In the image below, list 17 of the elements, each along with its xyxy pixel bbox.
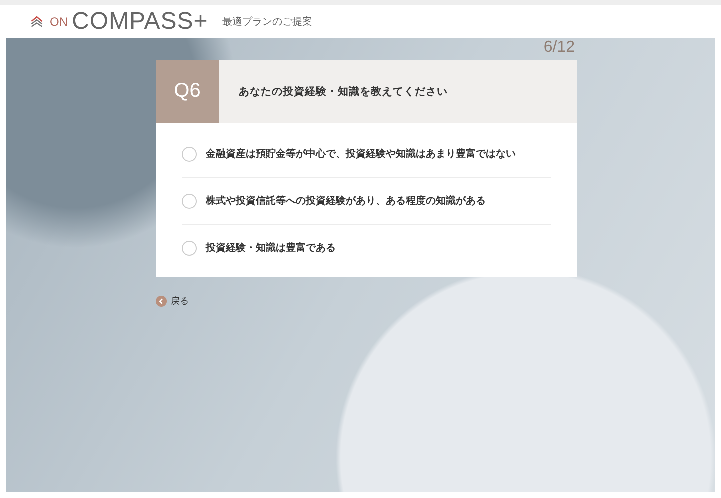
radio-button[interactable] bbox=[182, 194, 197, 208]
question-text: あなたの投資経験・知識を教えてください bbox=[238, 84, 449, 100]
progress-counter: 6/12 bbox=[544, 38, 575, 58]
option-label: 投資経験・知識は豊富である bbox=[206, 241, 336, 255]
option-label: 金融資産は預貯金等が中心で、投資経験や知識はあまり豊富ではない bbox=[206, 147, 516, 161]
answer-option[interactable]: 株式や投資信託等への投資経験があり、ある程度の知識がある bbox=[182, 178, 551, 225]
answer-option[interactable]: 投資経験・知識は豊富である bbox=[182, 225, 551, 271]
question-number: Q6 bbox=[156, 60, 219, 123]
back-link[interactable]: 戻る bbox=[156, 295, 189, 308]
answer-option[interactable]: 金融資産は預貯金等が中心で、投資経験や知識はあまり豊富ではない bbox=[182, 131, 551, 178]
logo-text: COMPASS+ bbox=[72, 10, 208, 34]
header-subtitle: 最適プランのご提案 bbox=[222, 16, 312, 28]
radio-button[interactable] bbox=[182, 146, 197, 162]
radio-button[interactable] bbox=[182, 240, 197, 256]
option-label: 株式や投資信託等への投資経験があり、ある程度の知識がある bbox=[206, 194, 486, 208]
logo-prefix: ON bbox=[50, 14, 68, 28]
logo-icon bbox=[30, 15, 44, 28]
